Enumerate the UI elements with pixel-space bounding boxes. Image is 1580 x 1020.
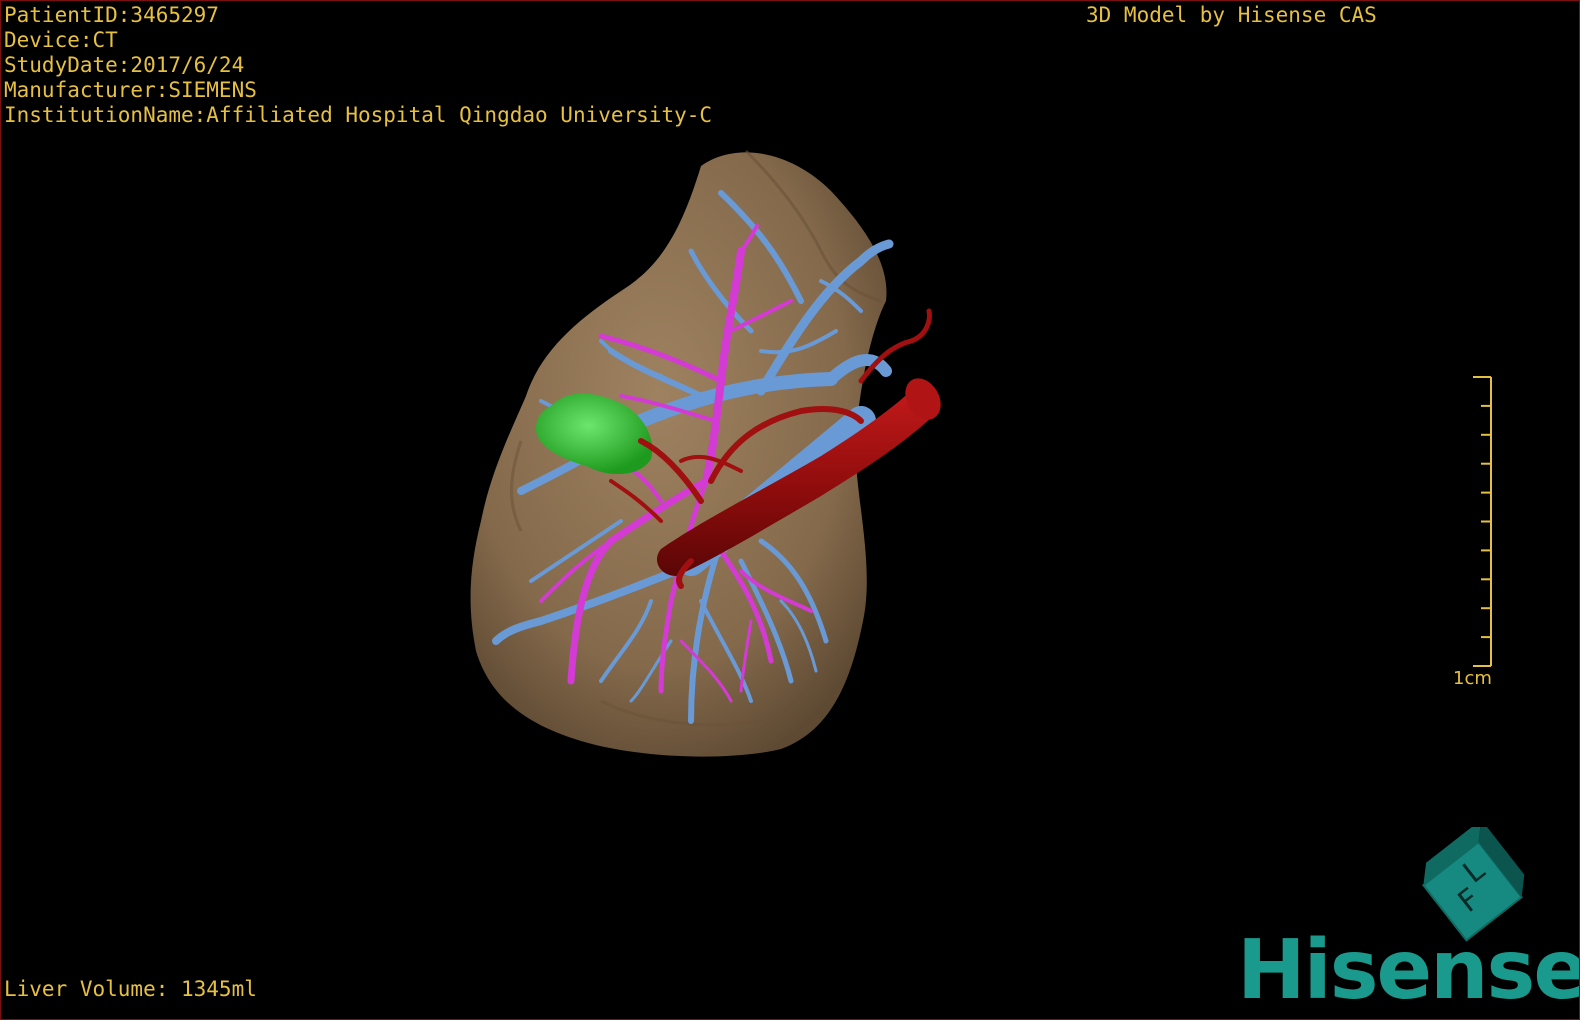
liver-volume-label: Liver Volume: 1345ml [4, 977, 257, 1001]
scale-bar-label: 1cm [1453, 668, 1492, 689]
hisense-logo: Hisense [1237, 923, 1580, 1018]
study-info-overlay: PatientID:3465297 Device:CT StudyDate:2017… [4, 3, 712, 128]
scale-bar [1473, 376, 1492, 667]
liver-3d-model[interactable] [1, 1, 1579, 1019]
model-caption: 3D Model by Hisense CAS [1086, 3, 1377, 27]
study-date: StudyDate:2017/6/24 [4, 53, 245, 77]
institution-name: InstitutionName:Affiliated Hospital Qing… [4, 103, 713, 127]
3d-viewport[interactable]: PatientID:3465297 Device:CT StudyDate:2017… [0, 0, 1580, 1020]
manufacturer: Manufacturer:SIEMENS [4, 78, 257, 102]
patient-id: PatientID:3465297 [4, 3, 219, 27]
device-type: Device:CT [4, 28, 118, 52]
